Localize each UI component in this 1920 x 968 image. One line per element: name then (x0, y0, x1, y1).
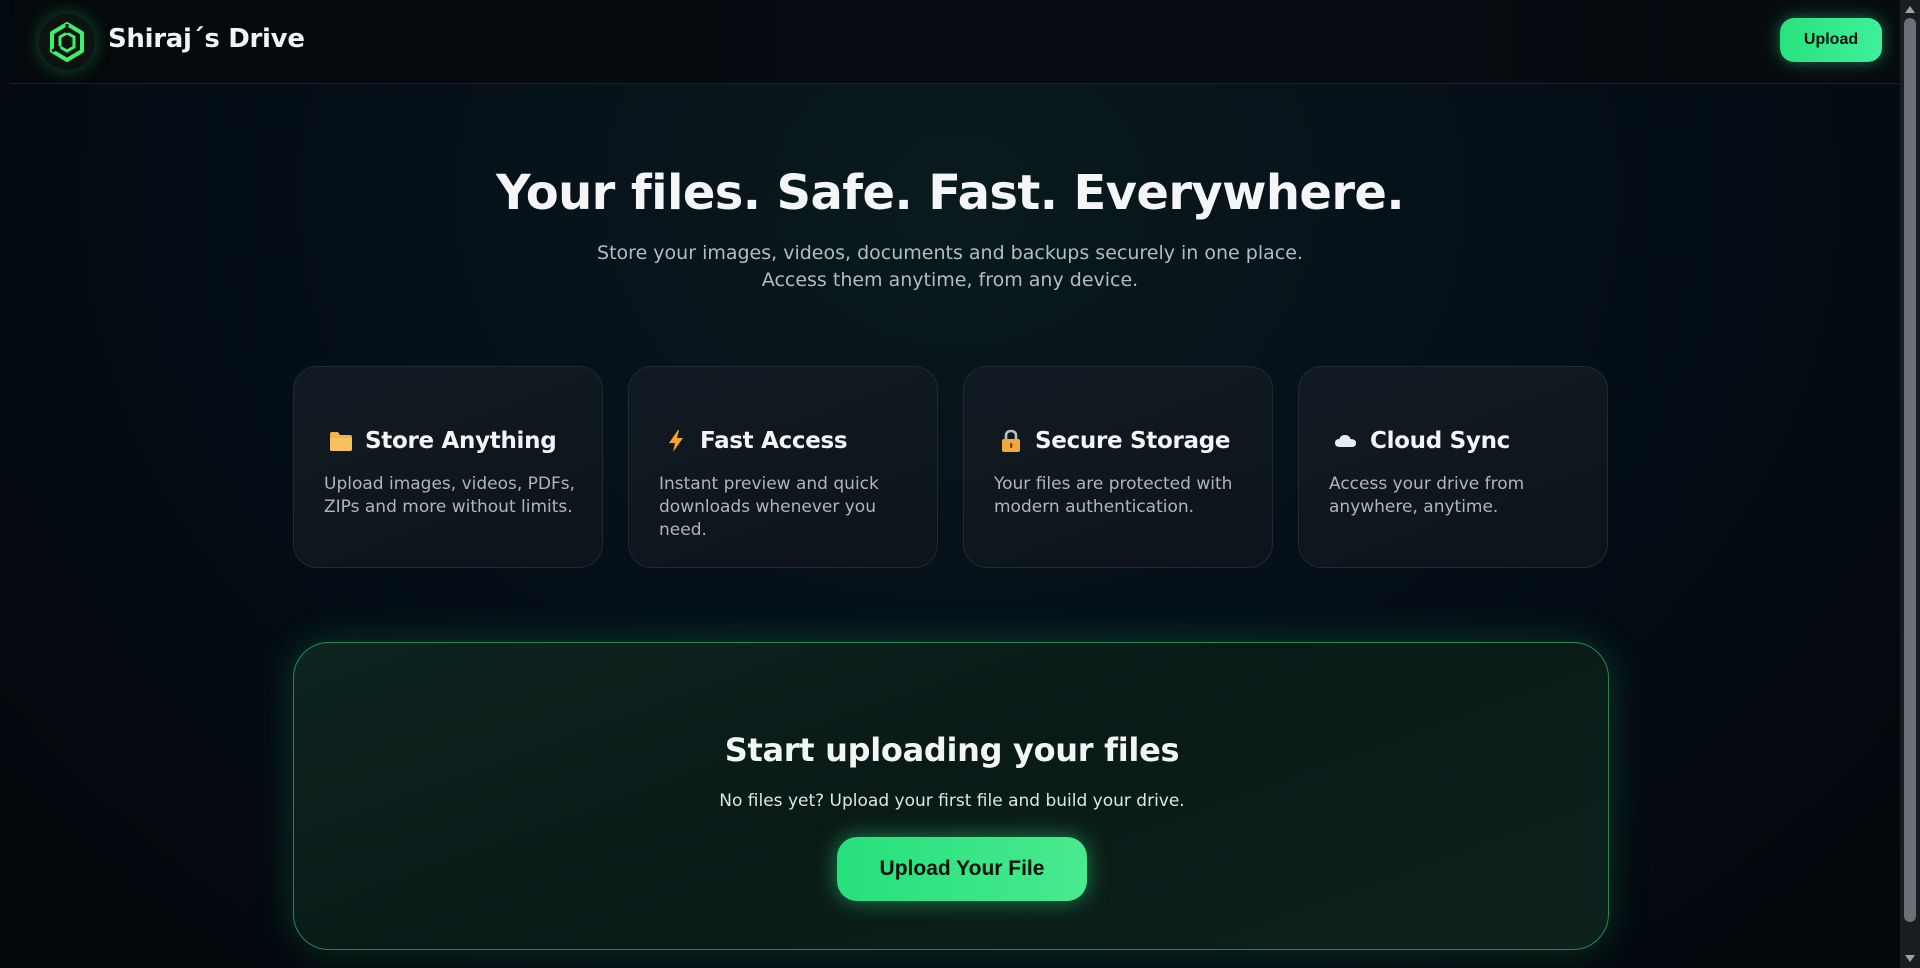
feature-card-description: Instant preview and quick downloads when… (659, 473, 919, 542)
page: Shiraj´s Drive Upload Your files. Safe. … (10, 0, 1900, 968)
scrollbar-thumb[interactable] (1904, 18, 1916, 922)
feature-card-title: Secure Storage (1035, 428, 1231, 454)
cta-title: Start uploading your files (724, 731, 1180, 769)
cloud-icon (1332, 427, 1360, 455)
shiraj-drive-logo-icon (50, 22, 84, 62)
feature-card-description: Your files are protected with modern aut… (994, 473, 1254, 519)
brand-name: Shiraj´s Drive (108, 24, 305, 54)
hero-subtitle: Store your images, videos, documents and… (10, 240, 1890, 294)
feature-card-header: Secure Storage (997, 427, 1231, 455)
feature-card-description-line: modern authentication. (994, 497, 1195, 517)
feature-card-cloud-sync: Cloud Sync Access your drive from anywhe… (1298, 366, 1608, 568)
feature-card-description: Access your drive from anywhere, anytime… (1329, 473, 1589, 519)
feature-card-description-line: Upload images, videos, PDFs, (324, 474, 576, 494)
feature-card-secure-storage: Secure Storage Your files are protected … (963, 366, 1273, 568)
header-upload-button[interactable]: Upload (1780, 18, 1882, 62)
feature-card-header: Store Anything (327, 427, 557, 455)
top-nav-bar: Shiraj´s Drive Upload (10, 0, 1900, 84)
vertical-scrollbar[interactable] (1900, 0, 1920, 968)
feature-card-description: Upload images, videos, PDFs, ZIPs and mo… (324, 473, 584, 519)
feature-card-title: Store Anything (365, 428, 557, 454)
feature-card-description-line: anywhere, anytime. (1329, 497, 1499, 517)
brand-logo[interactable] (39, 14, 95, 70)
feature-card-store-anything: Store Anything Upload images, videos, PD… (293, 366, 603, 568)
scroll-down-arrow-icon[interactable] (1905, 955, 1915, 962)
feature-card-description-line: Instant preview and quick (659, 474, 879, 494)
hero-subtitle-line-1: Store your images, videos, documents and… (597, 242, 1303, 264)
feature-card-title: Cloud Sync (1370, 428, 1510, 454)
feature-card-description-line: Access your drive from (1329, 474, 1525, 494)
upload-your-file-button[interactable]: Upload Your File (837, 837, 1087, 901)
feature-card-fast-access: Fast Access Instant preview and quick do… (628, 366, 938, 568)
feature-card-description-line: downloads whenever you need. (659, 497, 876, 540)
feature-card-description-line: Your files are protected with (994, 474, 1233, 494)
feature-card-description-line: ZIPs and more without limits. (324, 497, 573, 517)
hero-title: Your files. Safe. Fast. Everywhere. (495, 165, 1405, 221)
hero-subtitle-line-2: Access them anytime, from any device. (761, 269, 1139, 291)
lock-icon (997, 427, 1025, 455)
cta-subtitle: No files yet? Upload your first file and… (719, 791, 1185, 811)
upload-cta-panel: Start uploading your files No files yet?… (293, 642, 1609, 950)
folder-icon (327, 427, 355, 455)
scroll-up-arrow-icon[interactable] (1905, 6, 1915, 13)
feature-card-header: Fast Access (662, 427, 848, 455)
lightning-icon (662, 427, 690, 455)
feature-card-title: Fast Access (700, 428, 848, 454)
feature-card-header: Cloud Sync (1332, 427, 1510, 455)
